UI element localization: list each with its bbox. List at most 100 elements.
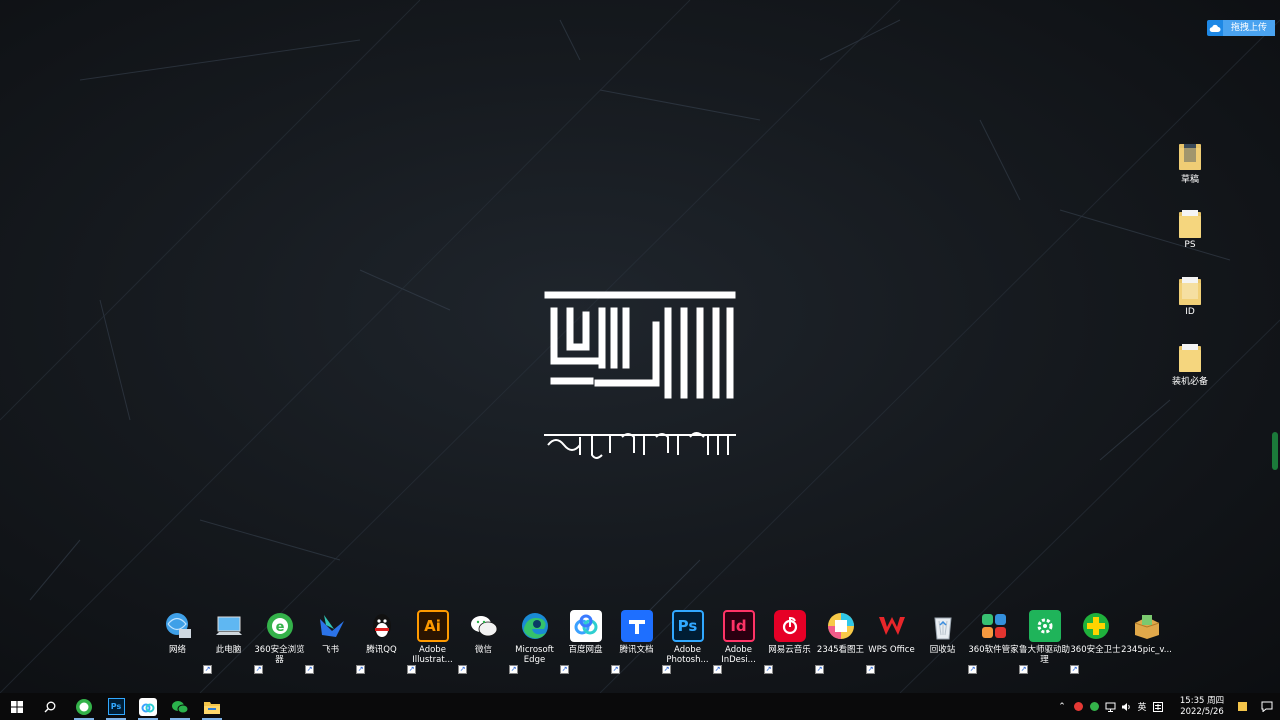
desktop-icon-label: Microsoft Edge xyxy=(515,645,554,665)
taskbar-app-360-browser[interactable] xyxy=(68,693,100,720)
windows-icon xyxy=(11,700,23,713)
desktop-icon-label: 360软件管家 xyxy=(968,645,1019,655)
folder-drafts[interactable]: 草稿 xyxy=(1160,142,1220,185)
shortcut-arrow-icon: ↗ xyxy=(764,665,773,674)
desktop-icon-label: 腾讯QQ xyxy=(366,645,397,655)
tencent-docs-icon xyxy=(620,610,653,642)
desktop-icon-label: WPS Office xyxy=(868,645,915,655)
desktop-icon-label: 回收站 xyxy=(929,645,956,655)
shortcut-arrow-icon: ↗ xyxy=(1070,665,1079,674)
network-icon[interactable] xyxy=(1102,693,1118,720)
desktop-icon-label: 飞书 xyxy=(321,645,339,655)
folder-ps[interactable]: PS xyxy=(1160,210,1220,250)
shortcut-arrow-icon: ↗ xyxy=(458,665,467,674)
taskbar-app-wechat[interactable] xyxy=(164,693,196,720)
shortcut-arrow-icon: ↗ xyxy=(815,665,824,674)
desktop-icon-label: 腾讯文档 xyxy=(619,645,654,655)
desktop-icon-photoshop[interactable]: Ps Adobe Photosh... ↗ xyxy=(662,608,713,674)
shortcut-arrow-icon: ↗ xyxy=(509,665,518,674)
feishu-icon xyxy=(315,610,347,642)
start-button[interactable] xyxy=(0,693,34,720)
shortcut-arrow-icon: ↗ xyxy=(611,665,620,674)
desktop-icon-edge[interactable]: Microsoft Edge ↗ xyxy=(509,608,560,674)
desktop-icon-qq[interactable]: 腾讯QQ ↗ xyxy=(356,608,407,674)
system-tray: ⌃ 英 15:35 周四 2022/5/26 xyxy=(1054,693,1280,720)
desktop-icon-label: 百度网盘 xyxy=(568,645,603,655)
desktop-icon-wps[interactable]: WPS Office ↗ xyxy=(866,608,917,674)
edge-icon xyxy=(519,610,551,642)
desktop-icon-feishu[interactable]: 飞书 ↗ xyxy=(305,608,356,674)
desktop-icon-wechat[interactable]: 微信 ↗ xyxy=(458,608,509,674)
shortcut-arrow-icon: ↗ xyxy=(866,665,875,674)
tibetan-logo xyxy=(544,291,736,459)
action-center-icon[interactable] xyxy=(1254,693,1280,720)
photoshop-icon: Ps xyxy=(671,610,704,642)
folder-label: ID xyxy=(1185,307,1195,317)
desktop-icon-indesign[interactable]: Id Adobe InDesi... ↗ xyxy=(713,608,764,674)
wechat-icon xyxy=(468,610,500,642)
desktop-icon-360-software[interactable]: 360软件管家 ↗ xyxy=(968,608,1019,674)
desktop-icon-label: Adobe Illustrat... xyxy=(412,645,453,665)
folder-icon xyxy=(1179,344,1201,372)
desktop-icon-label: 鲁大师驱动助理 xyxy=(1019,645,1071,665)
desktop-icon-2345pic-installer[interactable]: 2345pic_v... xyxy=(1121,608,1172,672)
search-icon xyxy=(44,701,56,712)
input-method-indicator[interactable]: 英 xyxy=(1134,693,1150,720)
desktop-icon-recycle-bin[interactable]: 回收站 xyxy=(917,608,968,672)
2345-viewer-icon xyxy=(825,610,857,642)
shortcut-arrow-icon: ↗ xyxy=(203,665,212,674)
desktop-icon-label: 360安全浏览器 xyxy=(254,645,305,665)
computer-icon xyxy=(213,610,245,642)
desktop-icon-driver-assistant[interactable]: 鲁大师驱动助理 ↗ xyxy=(1019,608,1071,674)
desktop-icon-label: 360安全卫士 xyxy=(1070,645,1121,655)
360-browser-icon: e xyxy=(264,610,296,642)
clock-time: 15:35 周四 xyxy=(1179,695,1225,706)
cloud-upload-button[interactable]: 拖拽上传 xyxy=(1207,20,1275,36)
edge-scroll-indicator xyxy=(1272,432,1278,470)
desktop-icon-illustrator[interactable]: Ai Adobe Illustrat... ↗ xyxy=(407,608,458,674)
ime-mode-icon[interactable] xyxy=(1150,693,1166,720)
folder-label: 装机必备 xyxy=(1171,377,1208,387)
desktop-icon-label: 2345看图王 xyxy=(816,645,865,655)
desktop-icon-2345-viewer[interactable]: 2345看图王 ↗ xyxy=(815,608,866,674)
folder-id[interactable]: ID xyxy=(1160,277,1220,317)
desktop-icon-label: Adobe InDesi... xyxy=(721,645,756,665)
taskbar-app-baidu-netdisk[interactable] xyxy=(132,693,164,720)
desktop-icon-tencent-docs[interactable]: 腾讯文档 ↗ xyxy=(611,608,662,674)
taskbar: Ps ⌃ 英 15:35 周四 2022/5/26 xyxy=(0,693,1280,720)
shortcut-arrow-icon: ↗ xyxy=(662,665,671,674)
shortcut-arrow-icon: ↗ xyxy=(356,665,365,674)
search-button[interactable] xyxy=(34,693,66,720)
volume-icon[interactable] xyxy=(1118,693,1134,720)
cloud-icon xyxy=(1207,20,1223,36)
desktop-icon-label: Adobe Photosh... xyxy=(666,645,709,665)
shortcut-arrow-icon: ↗ xyxy=(305,665,314,674)
shortcut-arrow-icon: ↗ xyxy=(407,665,416,674)
notes-icon[interactable] xyxy=(1230,693,1254,720)
desktop-icon-label: 2345pic_v... xyxy=(1121,645,1172,655)
tray-app-icon[interactable] xyxy=(1070,693,1086,720)
desktop-icon-network[interactable]: 网络 xyxy=(152,608,203,672)
desktop-icon-360-security[interactable]: 360安全卫士 ↗ xyxy=(1070,608,1121,674)
show-hidden-icons-chevron-icon[interactable]: ⌃ xyxy=(1054,693,1070,720)
driver-assistant-icon xyxy=(1028,610,1061,642)
folder-essentials[interactable]: 装机必备 xyxy=(1160,344,1220,387)
wechat-icon xyxy=(172,700,189,713)
clock[interactable]: 15:35 周四 2022/5/26 xyxy=(1174,696,1230,718)
network-icon xyxy=(162,610,194,642)
desktop-icon-row: 网络 此电脑 ↗ e 360安全浏览器 ↗ 飞书 ↗ 腾讯QQ ↗ Ai Ado… xyxy=(152,608,1172,674)
desktop-wallpaper xyxy=(0,0,1280,693)
tray-360-icon[interactable] xyxy=(1086,693,1102,720)
360-software-icon xyxy=(978,610,1010,642)
desktop-icon-computer[interactable]: 此电脑 ↗ xyxy=(203,608,254,674)
taskbar-app-photoshop[interactable]: Ps xyxy=(100,693,132,720)
desktop-icon-baidu-netdisk[interactable]: 百度网盘 ↗ xyxy=(560,608,611,674)
svg-text:e: e xyxy=(275,620,284,635)
desktop-icon-360-browser[interactable]: e 360安全浏览器 ↗ xyxy=(254,608,305,674)
desktop-icon-label: 此电脑 xyxy=(215,645,242,655)
desktop-icon-netease-music[interactable]: 网易云音乐 ↗ xyxy=(764,608,815,674)
taskbar-app-file-explorer[interactable] xyxy=(196,693,228,720)
shortcut-arrow-icon: ↗ xyxy=(560,665,569,674)
folder-label: 草稿 xyxy=(1180,175,1199,185)
clock-date: 2022/5/26 xyxy=(1180,706,1224,717)
